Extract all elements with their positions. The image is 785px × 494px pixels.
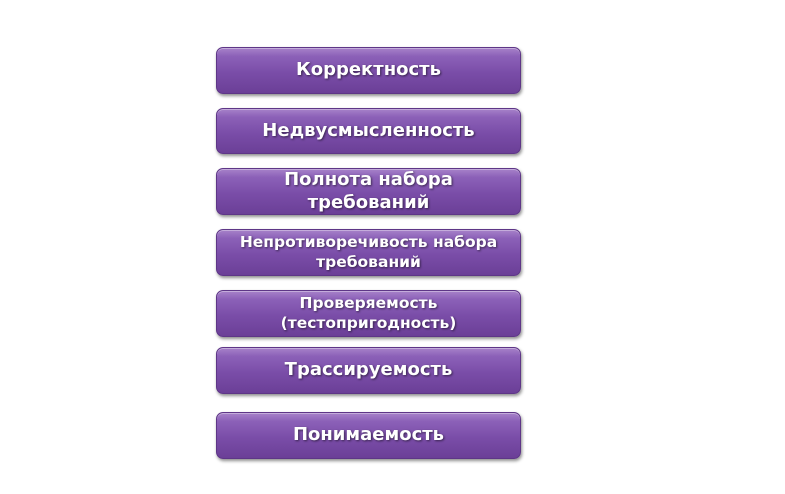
slide-canvas: Корректность Недвусмысленность Полнота н… <box>0 0 785 494</box>
requirement-box-completeness: Полнота набора требований <box>216 168 521 215</box>
requirement-box-verifiability: Проверяемость (тестопригодность) <box>216 290 521 337</box>
requirement-label: Недвусмысленность <box>262 119 475 141</box>
requirement-label: Понимаемость <box>292 424 445 446</box>
requirement-label: Полнота набора требований <box>284 169 453 213</box>
requirement-box-consistency: Непротиворечивость набора требований <box>216 229 521 276</box>
requirement-label: Корректность <box>296 59 441 81</box>
requirement-box-understandability: Понимаемость <box>216 412 521 459</box>
requirement-label: Трассируемость <box>284 359 453 381</box>
requirement-box-traceability: Трассируемость <box>216 347 521 394</box>
requirement-label: Непротиворечивость набора требований <box>239 233 498 271</box>
requirement-label: Проверяемость (тестопригодность) <box>280 294 457 332</box>
requirement-box-correctness: Корректность <box>216 47 521 94</box>
requirement-box-unambiguity: Недвусмысленность <box>216 108 521 154</box>
